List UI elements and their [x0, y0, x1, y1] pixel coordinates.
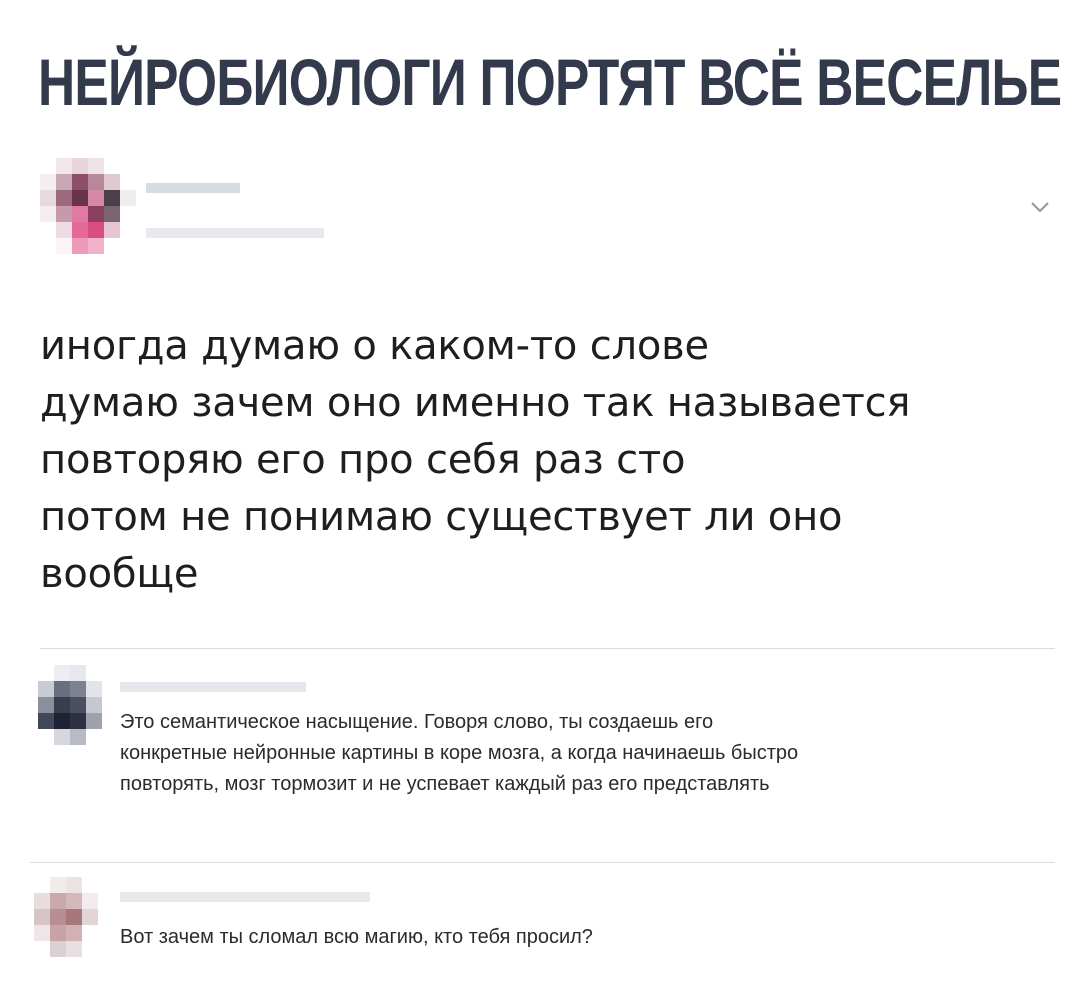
comment-author-avatar[interactable] — [38, 665, 102, 745]
divider — [40, 648, 1055, 649]
post-author-handle-redacted — [146, 228, 324, 238]
post-line: вообще — [40, 551, 199, 597]
comment-text: Вот зачем ты сломал всю магию, кто тебя … — [120, 922, 1040, 953]
post-line: потом не понимаю существует ли оно — [40, 494, 843, 540]
comment-author-avatar[interactable] — [34, 877, 98, 957]
comment-line: Вот зачем ты сломал всю магию, кто тебя … — [120, 926, 593, 948]
post-author-name-redacted — [146, 183, 240, 193]
post-author-avatar[interactable] — [40, 158, 136, 254]
comment-author-name-redacted — [120, 892, 370, 902]
headline: НЕЙРОБИОЛОГИ ПОРТЯТ ВСЁ ВЕСЕЛЬЕ — [38, 45, 1062, 119]
comment-line: конкретные нейронные картины в коре мозг… — [120, 742, 799, 764]
comment-line: повторять, мозг тормозит и не успевает к… — [120, 773, 770, 795]
divider — [30, 862, 1055, 863]
post-line: иногда думаю о каком-то слове — [40, 323, 709, 369]
post-line: повторяю его про себя раз сто — [40, 437, 686, 483]
post-line: думаю зачем оно именно так называется — [40, 380, 911, 426]
post-text: иногда думаю о каком-то слове думаю заче… — [40, 318, 1040, 603]
comment-text: Это семантическое насыщение. Говоря слов… — [120, 707, 1040, 800]
chevron-down-icon[interactable] — [1030, 200, 1050, 214]
comment-line: Это семантическое насыщение. Говоря слов… — [120, 711, 714, 733]
comment-author-name-redacted — [120, 682, 306, 692]
